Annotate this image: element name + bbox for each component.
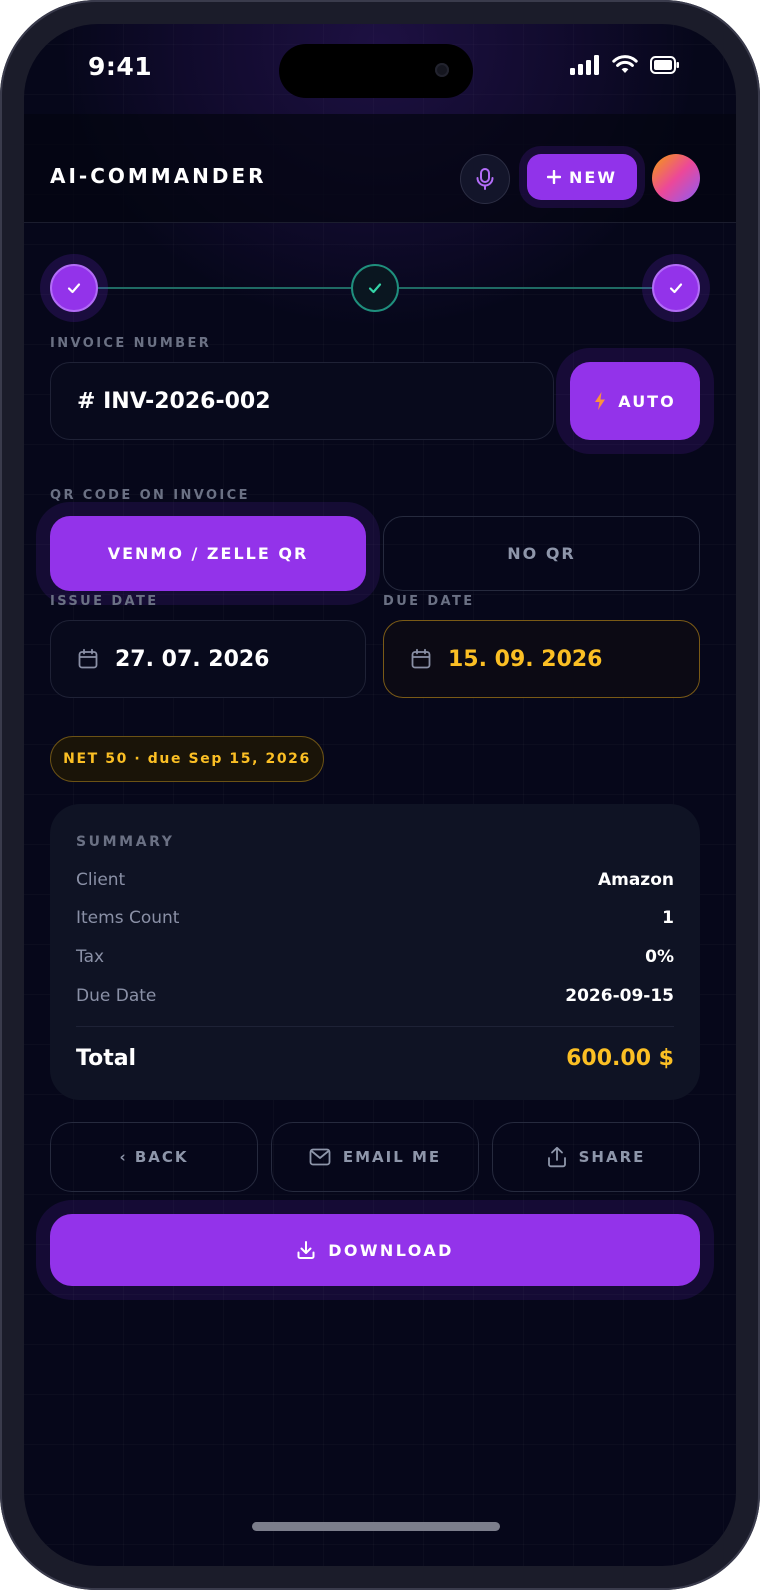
- back-button[interactable]: ‹ BACK: [50, 1122, 258, 1192]
- due-date-field[interactable]: 15. 09. 2026: [383, 620, 700, 698]
- download-button[interactable]: DOWNLOAD: [50, 1214, 700, 1286]
- back-button-label: ‹ BACK: [119, 1148, 189, 1166]
- summary-row-items: Items Count 1: [76, 906, 674, 930]
- summary-card: SUMMARY Client Amazon Items Count 1 Tax …: [50, 804, 700, 1100]
- summary-key: Due Date: [76, 986, 157, 1006]
- status-icons: [570, 54, 680, 76]
- summary-value: 2026-09-15: [565, 986, 674, 1006]
- qr-option-none[interactable]: NO QR: [383, 516, 700, 591]
- summary-key: Tax: [76, 947, 105, 967]
- total-value: 600.00 $: [566, 1046, 674, 1071]
- battery-icon: [650, 56, 679, 74]
- summary-key: Items Count: [76, 908, 180, 928]
- auto-button-label: AUTO: [618, 391, 676, 411]
- calendar-icon: [78, 648, 98, 669]
- summary-row-tax: Tax 0%: [76, 945, 674, 969]
- status-bar: 9:41: [24, 24, 736, 114]
- auto-number-button[interactable]: AUTO: [570, 362, 700, 440]
- invoice-number-label: INVOICE NUMBER: [50, 336, 212, 351]
- email-button-label: EMAIL ME: [342, 1148, 442, 1166]
- download-button-label: DOWNLOAD: [328, 1240, 454, 1260]
- qr-option-venmo-zelle[interactable]: VENMO / ZELLE QR: [50, 516, 366, 591]
- check-icon: [368, 283, 382, 294]
- calendar-icon: [411, 648, 431, 669]
- check-icon: [669, 283, 683, 294]
- wifi-icon: [612, 55, 638, 73]
- summary-row-due-date: Due Date 2026-09-15: [76, 984, 674, 1008]
- summary-value: 0%: [645, 947, 674, 967]
- summary-title: SUMMARY: [76, 834, 175, 850]
- email-me-button[interactable]: EMAIL ME: [271, 1122, 479, 1192]
- app-brand: AI-COMMANDER: [50, 164, 267, 188]
- signal-icon: [570, 55, 599, 75]
- issue-date-label: ISSUE DATE: [50, 594, 159, 609]
- step-1[interactable]: [50, 264, 98, 312]
- app-screen: 9:41 AI-COMMANDER NEW INVOICE NUMBER # I…: [24, 24, 736, 1566]
- mail-icon: [309, 1148, 331, 1166]
- download-icon: [297, 1241, 315, 1259]
- step-2[interactable]: [351, 264, 399, 312]
- invoice-number-field[interactable]: # INV-2026-002: [50, 362, 554, 440]
- app-header: AI-COMMANDER NEW: [24, 114, 736, 223]
- new-invoice-button[interactable]: NEW: [527, 154, 637, 200]
- step-3[interactable]: [652, 264, 700, 312]
- summary-value: 1: [662, 908, 674, 928]
- issue-date-value: 27. 07. 2026: [115, 646, 270, 672]
- progress-stepper: [50, 264, 700, 312]
- total-label: Total: [76, 1046, 137, 1071]
- qr-code-label: QR CODE ON INVOICE: [50, 488, 250, 503]
- issue-date-field[interactable]: 27. 07. 2026: [50, 620, 366, 698]
- dynamic-island: [279, 44, 473, 98]
- camera-icon: [435, 63, 449, 77]
- share-button-label: SHARE: [578, 1148, 646, 1166]
- voice-input-button[interactable]: [460, 154, 510, 204]
- home-indicator[interactable]: [252, 1522, 500, 1531]
- summary-value: Amazon: [597, 870, 674, 890]
- status-time: 9:41: [88, 52, 153, 81]
- stepper-line-1: [98, 287, 351, 289]
- stepper-line-2: [399, 287, 652, 289]
- share-icon: [547, 1146, 566, 1168]
- plus-icon: [547, 170, 562, 184]
- lightning-icon: [595, 392, 606, 410]
- payment-terms-badge: NET 50 · due Sep 15, 2026: [50, 736, 324, 782]
- check-icon: [67, 283, 81, 294]
- due-date-label: DUE DATE: [383, 594, 475, 609]
- new-button-label: NEW: [569, 167, 617, 187]
- summary-row-client: Client Amazon: [76, 868, 674, 892]
- phone-frame: 9:41 AI-COMMANDER NEW INVOICE NUMBER # I…: [0, 0, 760, 1590]
- summary-divider: [76, 1026, 674, 1027]
- user-avatar[interactable]: [652, 154, 700, 202]
- summary-key: Client: [76, 870, 126, 890]
- microphone-icon: [476, 168, 494, 190]
- invoice-number-value: # INV-2026-002: [77, 389, 271, 414]
- due-date-value: 15. 09. 2026: [448, 646, 603, 672]
- share-button[interactable]: SHARE: [492, 1122, 700, 1192]
